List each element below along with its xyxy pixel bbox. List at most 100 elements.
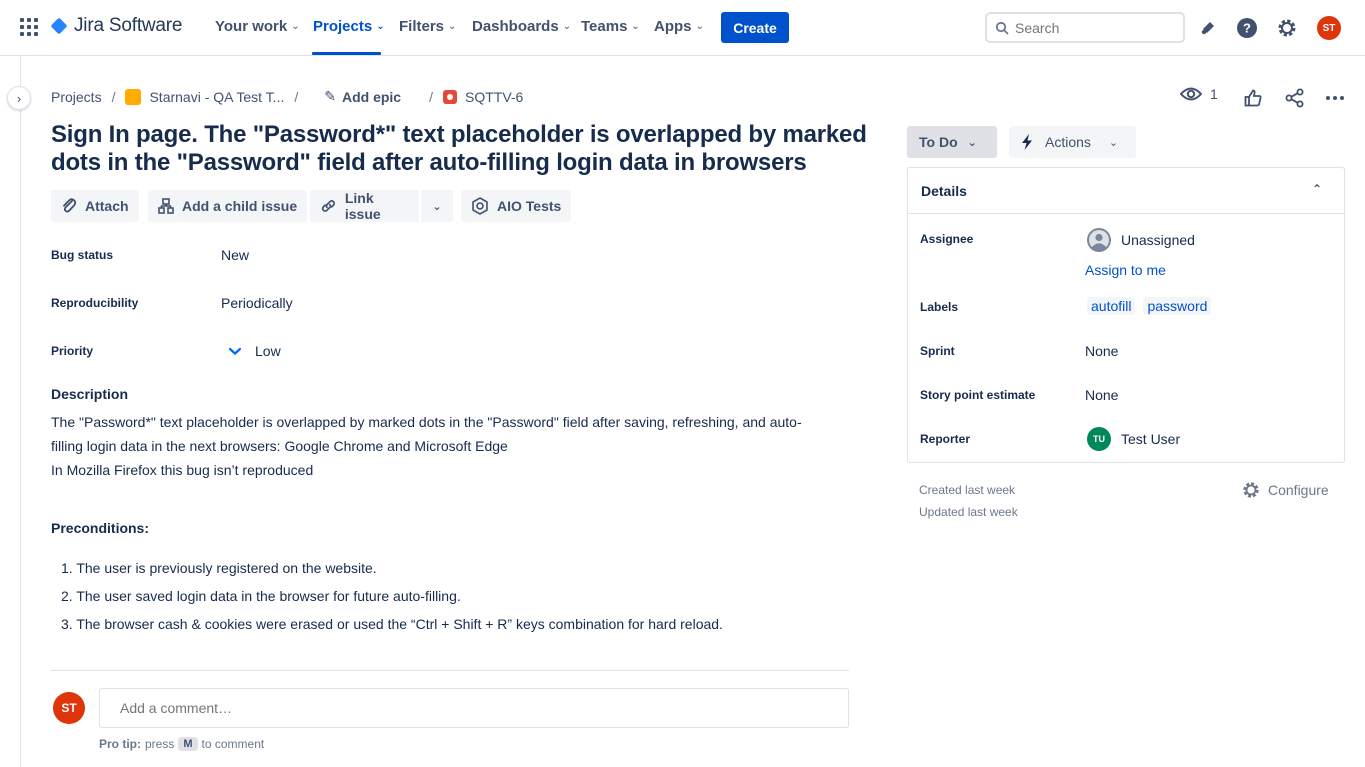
help-icon[interactable]: ? [1235, 16, 1259, 40]
add-child-issue-label: Add a child issue [182, 198, 298, 214]
attach-button[interactable]: Attach [51, 190, 139, 222]
list-item: 3. The browser cash & cookies were erase… [61, 616, 723, 632]
story-point-label: Story point estimate [920, 388, 1036, 402]
attach-label: Attach [85, 198, 129, 214]
sidebar-divider [20, 56, 21, 767]
expand-sidebar-button[interactable]: › [7, 86, 31, 110]
search-box[interactable] [985, 12, 1185, 43]
settings-gear-icon[interactable] [1275, 16, 1299, 40]
bug-status-value[interactable]: New [221, 247, 249, 263]
label-tag[interactable]: autofill [1087, 297, 1136, 315]
reproducibility-value[interactable]: Periodically [221, 295, 293, 311]
description-body[interactable]: The "Password*" text placeholder is over… [51, 410, 831, 482]
share-icon[interactable] [1283, 86, 1307, 110]
status-dropdown[interactable]: To Do ⌄ [907, 126, 997, 158]
chevron-down-icon: ⌄ [432, 200, 442, 213]
thumbs-up-icon[interactable] [1241, 86, 1265, 110]
nav-dashboards[interactable]: Dashboards ⌄ [472, 18, 571, 35]
details-header[interactable]: Details ⌃ [908, 168, 1344, 214]
more-options-icon[interactable] [1323, 86, 1347, 110]
nav-projects-label: Projects [313, 18, 373, 35]
created-timestamp: Created last week [919, 483, 1016, 497]
jira-logo[interactable]: Jira Software [50, 15, 182, 37]
story-point-value[interactable]: None [1085, 387, 1118, 403]
watch-button[interactable]: 1 [1180, 86, 1218, 102]
brand-name: Jira Software [74, 15, 183, 36]
pro-tip-label: Pro tip: [99, 737, 141, 751]
issue-title[interactable]: Sign In page. The "Password*" text place… [51, 121, 871, 177]
comment-input[interactable] [120, 700, 820, 716]
breadcrumb-projects[interactable]: Projects [51, 89, 102, 105]
link-issue-label: Link issue [344, 190, 381, 222]
label-tag[interactable]: password [1143, 297, 1212, 315]
chevron-down-icon: ⌄ [291, 21, 300, 32]
breadcrumb-project[interactable]: Starnavi - QA Test T... [149, 89, 284, 105]
configure-button[interactable]: Configure [1242, 481, 1329, 499]
nav-teams[interactable]: Teams ⌄ [581, 18, 640, 35]
reporter-value: Test User [1121, 431, 1181, 447]
chevron-down-icon: ⌄ [448, 21, 457, 32]
sprint-label: Sprint [920, 344, 955, 358]
breadcrumb-add-epic[interactable]: Add epic [342, 89, 401, 105]
reporter-label: Reporter [920, 432, 971, 446]
breadcrumb-separator: / [294, 88, 299, 105]
breadcrumb: Projects / Starnavi - QA Test T... / ✎ A… [51, 88, 523, 105]
link-issue-dropdown-button[interactable]: ⌄ [421, 190, 453, 222]
nav-apps-label: Apps [654, 18, 692, 35]
chevron-down-icon: ⌄ [631, 21, 640, 32]
user-avatar[interactable]: ST [1317, 16, 1341, 40]
assignee-field[interactable]: Unassigned [1087, 228, 1195, 252]
app-switcher-icon[interactable] [20, 18, 38, 36]
add-child-issue-button[interactable]: Add a child issue [148, 190, 308, 222]
description-line: The "Password*" text placeholder is over… [51, 414, 802, 430]
chevron-up-icon[interactable]: ⌃ [1312, 182, 1322, 196]
comment-box[interactable] [99, 688, 849, 728]
priority-low-icon [228, 347, 242, 355]
pencil-icon: ✎ [324, 88, 336, 104]
updated-timestamp: Updated last week [919, 505, 1018, 519]
nav-your-work[interactable]: Your work ⌄ [215, 18, 300, 35]
breadcrumb-issue-key[interactable]: SQTTV-6 [465, 89, 523, 105]
priority-label: Priority [51, 344, 94, 358]
assignee-label: Assignee [920, 232, 974, 246]
pro-tip-suffix: to comment [201, 737, 265, 751]
chevron-down-icon: ⌄ [695, 21, 704, 32]
sprint-value[interactable]: None [1085, 343, 1118, 359]
commenter-avatar: ST [53, 692, 85, 724]
notifications-icon[interactable] [1196, 16, 1220, 40]
breadcrumb-separator: / [429, 88, 433, 105]
reproducibility-label: Reproducibility [51, 296, 139, 310]
nav-projects[interactable]: Projects ⌄ [313, 18, 385, 35]
description-line: In Mozilla Firefox this bug isn’t reprod… [51, 462, 314, 478]
pro-tip: Pro tip: press M to comment [99, 737, 264, 751]
aio-tests-icon [472, 197, 488, 215]
details-panel: Details ⌃ Assignee Unassigned Assign to … [907, 167, 1345, 463]
priority-field[interactable]: Low [227, 343, 281, 359]
details-title: Details [921, 182, 967, 199]
search-input[interactable] [1015, 19, 1165, 36]
description-heading: Description [51, 386, 129, 402]
actions-dropdown[interactable]: Actions ⌄ [1009, 126, 1136, 158]
active-nav-indicator [312, 52, 381, 55]
configure-label: Configure [1268, 482, 1329, 498]
project-icon [125, 88, 142, 105]
chevron-down-icon: ⌄ [562, 21, 572, 32]
chevron-right-icon: › [16, 90, 22, 106]
link-issue-button[interactable]: Link issue [310, 190, 419, 222]
chevron-down-icon: ⌄ [1108, 136, 1119, 149]
chevron-down-icon: ⌄ [376, 21, 385, 32]
nav-teams-label: Teams [581, 18, 628, 35]
nav-apps[interactable]: Apps ⌄ [654, 18, 704, 35]
lightning-icon [1022, 134, 1032, 150]
assignee-value: Unassigned [1121, 232, 1195, 248]
labels-field[interactable]: autofill password [1087, 297, 1212, 315]
assign-to-me-link[interactable]: Assign to me [1085, 262, 1166, 278]
reporter-field[interactable]: TU Test User [1087, 427, 1180, 451]
aio-tests-button[interactable]: AIO Tests [461, 190, 572, 222]
link-icon [321, 200, 336, 212]
bug-status-label: Bug status [51, 248, 114, 262]
paperclip-icon [63, 198, 77, 213]
create-button[interactable]: Create [721, 12, 789, 43]
nav-filters[interactable]: Filters ⌄ [399, 18, 456, 35]
child-issue-icon [158, 198, 174, 214]
